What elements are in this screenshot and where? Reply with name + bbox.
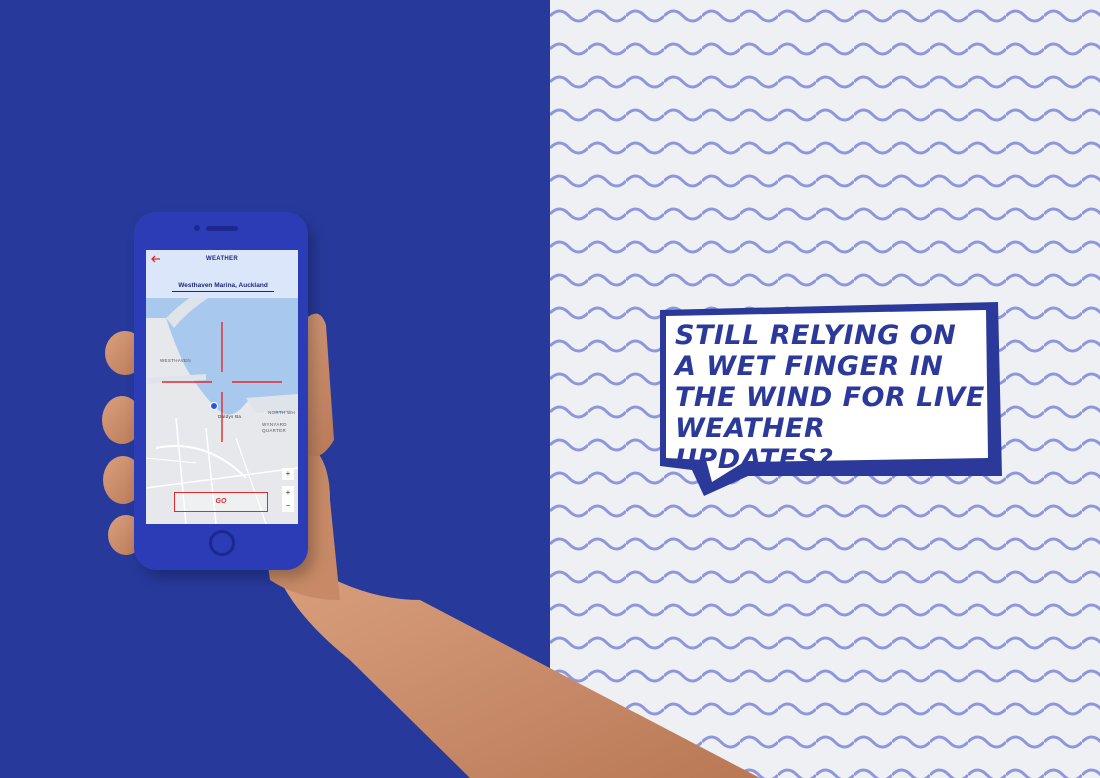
- go-button[interactable]: GO: [174, 492, 268, 512]
- location-field[interactable]: Westhaven Marina, Auckland: [172, 282, 274, 292]
- home-button[interactable]: [209, 530, 235, 556]
- map-label-street: Daldys Ba: [218, 414, 242, 419]
- phone-screen: WESTHAVEN Daldys Ba NORTH WH WYNYARD QUA…: [146, 250, 298, 524]
- location-bar: Westhaven Marina, Auckland: [146, 272, 298, 298]
- map-label-westhaven: WESTHAVEN: [160, 358, 191, 363]
- ad-headline: Still relying on a wet finger in the win…: [675, 320, 985, 475]
- smartphone: WESTHAVEN Daldys Ba NORTH WH WYNYARD QUA…: [134, 212, 308, 570]
- zoom-out-button[interactable]: −: [282, 499, 294, 512]
- front-camera: [194, 225, 200, 231]
- map-view[interactable]: WESTHAVEN Daldys Ba NORTH WH WYNYARD QUA…: [146, 288, 298, 524]
- zoom-in-button[interactable]: +: [282, 486, 294, 499]
- zoom-controls: + −: [282, 486, 294, 512]
- map-label-quarter: QUARTER: [262, 428, 287, 433]
- location-dot-icon: [210, 402, 218, 410]
- map-label-wynyard: WYNYARD: [262, 422, 287, 427]
- speaker-slot: [206, 226, 238, 231]
- map-label-north: NORTH WH: [268, 410, 296, 415]
- app-header: WEATHER: [146, 250, 298, 272]
- page-title: WEATHER: [206, 256, 238, 262]
- zoom-in-button-top[interactable]: +: [282, 468, 294, 480]
